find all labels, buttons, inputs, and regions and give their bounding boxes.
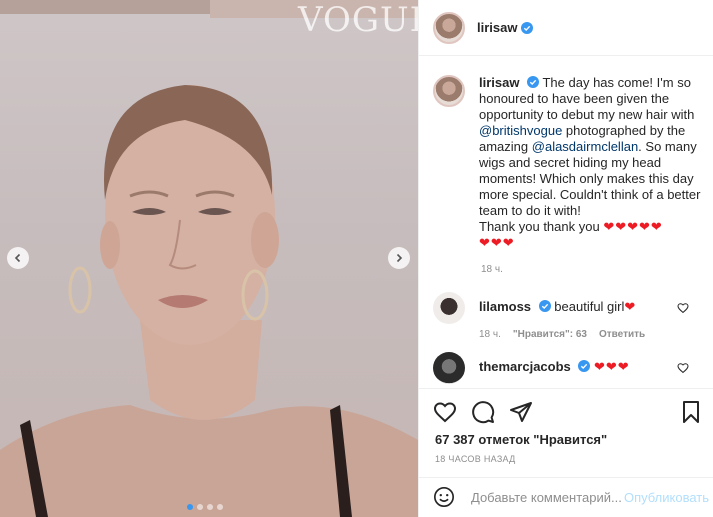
action-bar xyxy=(433,400,703,424)
heart-emojis: ❤❤❤❤❤ xyxy=(603,219,663,234)
comment-meta: 18 ч. "Нравится": 63 Ответить xyxy=(479,329,645,340)
comment-time[interactable]: 18 ч. xyxy=(479,329,501,340)
post-timestamp[interactable]: 18 ЧАСОВ НАЗАД xyxy=(435,454,516,464)
post-media: VOGUE xyxy=(0,0,418,517)
chevron-right-icon xyxy=(396,253,403,263)
heart-emojis: ❤ xyxy=(624,299,637,314)
verified-badge-icon xyxy=(578,360,591,372)
comment-likes[interactable]: "Нравится": 63 xyxy=(513,329,587,340)
caption-time[interactable]: 18 ч. xyxy=(481,264,503,275)
caption-avatar[interactable] xyxy=(433,75,465,107)
post-caption: lirisaw The day has come! I'm so honoure… xyxy=(433,75,703,251)
bookmark-icon[interactable] xyxy=(679,400,703,424)
caption-body-4: Thank you thank you xyxy=(479,219,600,234)
post-header: lirisaw xyxy=(419,0,713,56)
comment-username[interactable]: lilamoss xyxy=(479,299,531,314)
carousel-prev-button[interactable] xyxy=(7,247,29,269)
comment-body: themarcjacobs ❤❤❤ xyxy=(479,352,630,386)
verified-badge-icon xyxy=(538,300,551,312)
heart-emojis: ❤❤❤ xyxy=(479,235,515,250)
reply-button[interactable]: Ответить xyxy=(599,329,645,340)
add-comment-bar: Опубликовать xyxy=(419,477,713,517)
carousel-dot[interactable] xyxy=(217,504,223,510)
avatar[interactable] xyxy=(433,352,465,384)
caption-username[interactable]: lirisaw xyxy=(479,75,519,90)
comment-line: themarcjacobs ❤❤❤ xyxy=(479,359,630,375)
comment-text: beautiful girl xyxy=(554,299,625,314)
heart-emojis: ❤❤❤ xyxy=(594,359,630,374)
share-icon[interactable] xyxy=(509,400,533,424)
comment-line: lilamoss beautiful girl❤ xyxy=(479,299,645,315)
comment-input[interactable] xyxy=(471,489,621,505)
carousel-dot[interactable] xyxy=(207,504,213,510)
header-username[interactable]: lirisaw xyxy=(477,20,517,35)
caption-text: lirisaw The day has come! I'm so honoure… xyxy=(479,75,703,251)
carousel-dot[interactable] xyxy=(197,504,203,510)
avatar[interactable] xyxy=(433,11,465,44)
comment-item: lilamoss beautiful girl❤ 18 ч. "Нравится… xyxy=(433,292,703,340)
carousel-next-button[interactable] xyxy=(388,247,410,269)
verified-badge-icon xyxy=(527,76,540,88)
publish-button[interactable]: Опубликовать xyxy=(624,490,709,505)
mention-link[interactable]: @britishvogue xyxy=(479,123,562,138)
heart-outline-icon[interactable] xyxy=(677,362,689,374)
emoji-icon[interactable] xyxy=(433,486,455,508)
carousel-dot[interactable] xyxy=(187,504,193,510)
divider xyxy=(419,388,713,389)
carousel-dots xyxy=(187,504,223,510)
comment-username[interactable]: themarcjacobs xyxy=(479,359,571,374)
avatar[interactable] xyxy=(433,292,465,324)
comment-icon[interactable] xyxy=(471,400,495,424)
heart-outline-icon[interactable] xyxy=(677,302,689,314)
chevron-left-icon xyxy=(14,253,21,263)
like-heart-icon[interactable] xyxy=(433,400,457,424)
comment-item: themarcjacobs ❤❤❤ xyxy=(433,352,703,386)
post-side-panel: lirisaw lirisaw The day has come! I'm so… xyxy=(418,0,713,517)
likes-count[interactable]: 67 387 отметок "Нравится" xyxy=(435,432,607,447)
verified-badge-icon xyxy=(521,21,534,34)
mention-link[interactable]: @alasdairmclellan xyxy=(532,139,638,154)
comment-body: lilamoss beautiful girl❤ 18 ч. "Нравится… xyxy=(479,292,645,340)
vogue-watermark: VOGUE xyxy=(298,0,418,40)
portrait-photo xyxy=(0,85,418,517)
